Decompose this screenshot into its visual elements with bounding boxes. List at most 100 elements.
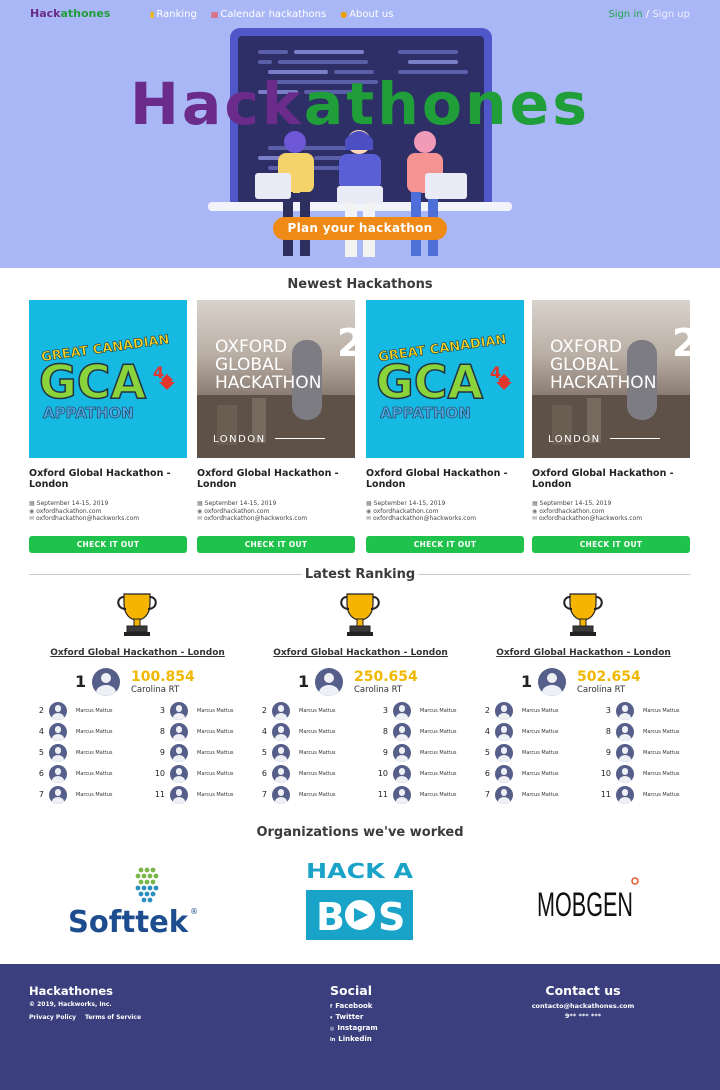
ranking-row[interactable]: 3 Marcus Mattus <box>153 702 243 720</box>
card-title[interactable]: Oxford Global Hackathon - London <box>197 468 355 492</box>
row-avatar <box>495 723 513 741</box>
nav-calendar[interactable]: ▦ Calendar hackathons <box>211 9 326 20</box>
social-twitter[interactable]: ▾ Twitter <box>330 1012 378 1023</box>
card-image[interactable]: GREAT CANADIAN GCA 4 APPATHON <box>366 300 524 458</box>
ranking-row[interactable]: 5 Marcus Mattus <box>255 744 345 762</box>
row-name: Marcus Mattus <box>643 771 680 777</box>
oxford-city: LONDON <box>548 434 601 445</box>
check-it-out-button[interactable]: CHECK IT OUT <box>197 536 355 553</box>
row-name: Marcus Mattus <box>522 792 559 798</box>
card-site-row[interactable]: ◉ oxfordhackathon.com <box>197 508 355 516</box>
card-email-row[interactable]: ✉ oxfordhackathon@hackworks.com <box>29 515 187 523</box>
ranking-row[interactable]: 8 Marcus Mattus <box>376 723 466 741</box>
ranking-row[interactable]: 10 Marcus Mattus <box>376 765 466 783</box>
row-rank: 9 <box>605 748 611 757</box>
card-title[interactable]: Oxford Global Hackathon - London <box>29 468 187 492</box>
row-name: Marcus Mattus <box>197 771 234 777</box>
row-name: Marcus Mattus <box>299 792 336 798</box>
nav-ranking-label: Ranking <box>156 9 197 20</box>
oxford-line2: GLOBAL <box>215 355 284 375</box>
ranking-row[interactable]: 8 Marcus Mattus <box>599 723 689 741</box>
ranking-row[interactable]: 9 Marcus Mattus <box>153 744 243 762</box>
card-meta: ▦ September 14-15, 2019 ◉ oxfordhackathon.… <box>532 500 690 523</box>
card-email-row[interactable]: ✉ oxfordhackathon@hackworks.com <box>197 515 355 523</box>
ranking-row[interactable]: 6 Marcus Mattus <box>32 765 122 783</box>
ranking-row[interactable]: 11 Marcus Mattus <box>153 786 243 804</box>
social-facebook[interactable]: f Facebook <box>330 1001 378 1012</box>
card-site-row[interactable]: ◉ oxfordhackathon.com <box>532 508 690 516</box>
card-site: oxfordhackathon.com <box>373 507 439 515</box>
row-name: Marcus Mattus <box>643 792 680 798</box>
ranking-row[interactable]: 6 Marcus Mattus <box>478 765 568 783</box>
ranking-row[interactable]: 7 Marcus Mattus <box>255 786 345 804</box>
ranking-row[interactable]: 11 Marcus Mattus <box>376 786 466 804</box>
softtek-logo[interactable]: Softtek ® <box>66 866 201 940</box>
social-instagram[interactable]: ◎ Instagram <box>330 1023 378 1034</box>
privacy-policy-link[interactable]: Privacy Policy <box>29 1014 76 1021</box>
card-site-row[interactable]: ◉ oxfordhackathon.com <box>29 508 187 516</box>
ranking-row[interactable]: 10 Marcus Mattus <box>599 765 689 783</box>
ranking-row[interactable]: 8 Marcus Mattus <box>153 723 243 741</box>
hackabos-logo[interactable]: HACK A B S <box>306 859 414 942</box>
ranking-row[interactable]: 4 Marcus Mattus <box>478 723 568 741</box>
ranking-row[interactable]: 2 Marcus Mattus <box>255 702 345 720</box>
first-place-avatar <box>538 668 566 696</box>
check-it-out-button[interactable]: CHECK IT OUT <box>366 536 524 553</box>
ranking-row[interactable]: 6 Marcus Mattus <box>255 765 345 783</box>
row-name: Marcus Mattus <box>299 729 336 735</box>
row-rank: 2 <box>484 706 490 715</box>
card-date-row: ▦ September 14-15, 2019 <box>532 500 690 508</box>
ranking-row[interactable]: 2 Marcus Mattus <box>32 702 122 720</box>
ranking-row[interactable]: 3 Marcus Mattus <box>376 702 466 720</box>
terms-link[interactable]: Terms of Service <box>85 1014 141 1021</box>
ranking-row[interactable]: 9 Marcus Mattus <box>599 744 689 762</box>
ranking-hackathon-title[interactable]: Oxford Global Hackathon - London <box>273 648 448 658</box>
ranking-row[interactable]: 4 Marcus Mattus <box>255 723 345 741</box>
ranking-hackathon-title[interactable]: Oxford Global Hackathon - London <box>50 648 225 658</box>
ranking-row[interactable]: 7 Marcus Mattus <box>32 786 122 804</box>
row-rank: 7 <box>38 790 44 799</box>
ranking-row[interactable]: 5 Marcus Mattus <box>32 744 122 762</box>
sign-up-link[interactable]: Sign up <box>652 9 690 20</box>
ranking-row[interactable]: 4 Marcus Mattus <box>32 723 122 741</box>
oxford-line1: OXFORD <box>550 337 622 357</box>
row-avatar <box>272 765 290 783</box>
row-rank: 10 <box>377 769 388 778</box>
card-title[interactable]: Oxford Global Hackathon - London <box>366 468 524 492</box>
row-avatar <box>272 702 290 720</box>
card-site-row[interactable]: ◉ oxfordhackathon.com <box>366 508 524 516</box>
ranking-row[interactable]: 9 Marcus Mattus <box>376 744 466 762</box>
check-it-out-button[interactable]: CHECK IT OUT <box>29 536 187 553</box>
row-rank: 7 <box>484 790 490 799</box>
card-image[interactable]: OXFORD GLOBAL HACKATHON 2 LONDON <box>197 300 355 458</box>
card-email-row[interactable]: ✉ oxfordhackathon@hackworks.com <box>532 515 690 523</box>
row-avatar <box>616 786 634 804</box>
card-email-row[interactable]: ✉ oxfordhackathon@hackworks.com <box>366 515 524 523</box>
plan-hackathon-button[interactable]: Plan your hackathon <box>273 217 447 240</box>
svg-text:Hackathones: Hackathones <box>130 72 590 132</box>
brand-logo[interactable]: Hackathones <box>30 7 110 20</box>
social-linkedin[interactable]: in Linkedin <box>330 1034 378 1045</box>
mobgen-text: MOBGEN <box>537 886 633 920</box>
card-meta: ▦ September 14-15, 2019 ◉ oxfordhackathon.… <box>29 500 187 523</box>
check-it-out-button[interactable]: CHECK IT OUT <box>532 536 690 553</box>
ranking-row[interactable]: 2 Marcus Mattus <box>478 702 568 720</box>
ranking-row[interactable]: 11 Marcus Mattus <box>599 786 689 804</box>
first-place-rank: 1 <box>298 672 310 691</box>
nav-about[interactable]: ● About us <box>340 9 393 20</box>
ranking-row[interactable]: 3 Marcus Mattus <box>599 702 689 720</box>
ranking-row[interactable]: 7 Marcus Mattus <box>478 786 568 804</box>
card-image[interactable]: OXFORD GLOBAL HACKATHON 2 LONDON <box>532 300 690 458</box>
card-email: oxfordhackathon@hackworks.com <box>373 515 477 522</box>
row-avatar <box>170 786 188 804</box>
mobgen-logo[interactable]: MOBGEN <box>535 876 640 924</box>
nav-ranking[interactable]: ▮ Ranking <box>150 9 197 20</box>
row-rank: 11 <box>377 790 388 799</box>
ranking-row[interactable]: 5 Marcus Mattus <box>478 744 568 762</box>
ranking-hackathon-title[interactable]: Oxford Global Hackathon - London <box>496 648 671 658</box>
card-image[interactable]: GREAT CANADIAN GCA 4 APPATHON <box>29 300 187 458</box>
ranking-row[interactable]: 10 Marcus Mattus <box>153 765 243 783</box>
contact-email[interactable]: contacto@hackathones.com <box>520 1001 646 1011</box>
card-title[interactable]: Oxford Global Hackathon - London <box>532 468 690 492</box>
sign-in-link[interactable]: Sign in <box>608 9 642 20</box>
